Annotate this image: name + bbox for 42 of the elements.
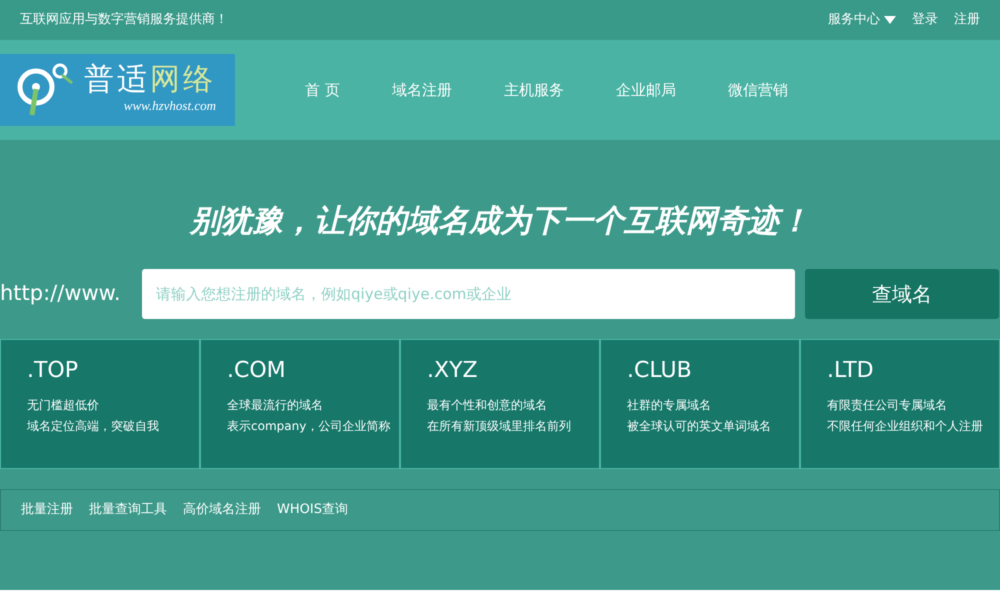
domain-description: 表示company，公司企业简称 <box>227 418 392 434</box>
domain-card[interactable]: .CLUB 社群的专属域名 被全球认可的英文单词域名 <box>600 338 800 468</box>
top-link[interactable]: 登录 <box>912 10 938 30</box>
domain-description: 社群的专属域名 <box>627 396 712 414</box>
domain-description: 全球最流行的域名 <box>227 396 324 414</box>
domain-description: 无门槛超低价 <box>27 396 100 414</box>
domain-description: 有限责任公司专属域名 <box>827 396 948 414</box>
domain-name: .TOP <box>27 356 80 384</box>
service-center-menu[interactable]: 服务中心 <box>828 10 896 30</box>
nav-link-item[interactable]: 首 页 <box>305 78 340 102</box>
domain-description: 被全球认可的英文单词域名 <box>627 418 772 434</box>
domain-description: 不限任何企业组织和个人注册 <box>827 418 984 434</box>
domain-card[interactable]: .LTD 有限责任公司专属域名 不限任何企业组织和个人注册 <box>800 338 1000 468</box>
logo-url: www.hzvhost.com <box>124 96 216 114</box>
nav-link-item[interactable]: 域名注册 <box>392 78 452 102</box>
logo-title: 普适 <box>84 62 150 97</box>
slogan: 别犹豫，让你的域名成为下一个互联网奇迹！ <box>188 202 811 241</box>
tool-link[interactable]: WHOIS查询 <box>277 500 348 520</box>
domain-description: 在所有新顶级域里排名前列 <box>427 418 572 434</box>
domain-card[interactable]: .XYZ 最有个性和创意的域名 在所有新顶级域里排名前列 <box>400 338 600 468</box>
domain-card[interactable]: .TOP 无门槛超低价 域名定位高端，突破自我 <box>0 338 200 468</box>
tool-link[interactable]: 批量注册 <box>21 500 73 520</box>
caret-icon <box>884 16 896 24</box>
nav-link-item[interactable]: 微信营销 <box>728 78 788 102</box>
domain-search-field[interactable]: 请输入您想注册的域名，例如qiye或qiye.com或企业 <box>142 268 795 318</box>
url-prefix: http://www. <box>0 280 122 307</box>
domain-description: 最有个性和创意的域名 <box>427 396 548 414</box>
tool-link[interactable]: 批量查询工具 <box>89 500 167 520</box>
domain-name: .LTD <box>827 356 875 384</box>
domain-name: .CLUB <box>627 356 693 384</box>
nav-link-item[interactable]: 企业邮局 <box>616 78 676 102</box>
logo-title: 网络 <box>150 62 216 97</box>
search-domain-button[interactable]: 查域名 <box>805 268 999 318</box>
top-link[interactable]: 注册 <box>954 10 980 30</box>
domain-description: 域名定位高端，突破自我 <box>27 418 160 434</box>
domain-card[interactable]: .COM 全球最流行的域名 表示company，公司企业简称 <box>200 338 400 468</box>
tagline: 互联网应用与数字营销服务提供商！ <box>20 11 228 30</box>
logo[interactable]: 普适 网络 www.hzvhost.com <box>0 54 235 126</box>
nav-link-item[interactable]: 主机服务 <box>504 78 564 102</box>
tool-link[interactable]: 高价域名注册 <box>183 500 261 520</box>
domain-name: .COM <box>227 356 287 384</box>
domain-name: .XYZ <box>427 356 479 384</box>
